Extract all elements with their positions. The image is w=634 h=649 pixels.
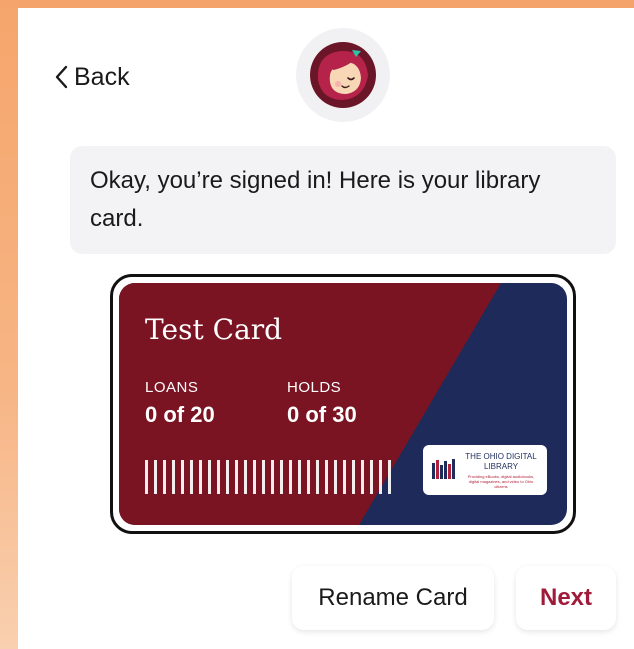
avatar <box>296 28 390 122</box>
signin-message-text: Okay, you’re signed in! Here is your lib… <box>90 167 541 232</box>
library-card-face: Test Card LOANS 0 of 20 HOLDS 0 of 30 TH… <box>119 283 567 525</box>
next-button[interactable]: Next <box>516 566 616 630</box>
library-logo-text: THE OHIO DIGITAL LIBRARY Providing eBook… <box>463 452 539 489</box>
library-logo: THE OHIO DIGITAL LIBRARY Providing eBook… <box>423 445 547 495</box>
loans-stat: LOANS 0 of 20 <box>145 379 215 428</box>
back-button[interactable]: Back <box>54 60 130 94</box>
loans-label: LOANS <box>145 379 199 396</box>
back-label: Back <box>74 62 130 91</box>
signin-message: Okay, you’re signed in! Here is your lib… <box>70 146 616 254</box>
loans-value: 0 of 20 <box>145 402 215 427</box>
barcode <box>145 460 401 494</box>
library-name: THE OHIO DIGITAL LIBRARY <box>465 451 537 471</box>
library-tagline: Providing eBooks, digital audiobooks, di… <box>467 473 535 489</box>
library-card[interactable]: Test Card LOANS 0 of 20 HOLDS 0 of 30 TH… <box>110 274 576 534</box>
window-top-border <box>0 0 634 8</box>
rename-card-button[interactable]: Rename Card <box>292 566 494 630</box>
holds-label: HOLDS <box>287 379 342 396</box>
chevron-left-icon <box>55 65 68 89</box>
card-name: Test Card <box>145 313 283 346</box>
libby-avatar-icon <box>310 42 376 108</box>
library-books-icon <box>432 459 455 479</box>
holds-value: 0 of 30 <box>287 402 357 427</box>
holds-stat: HOLDS 0 of 30 <box>287 379 357 428</box>
signin-confirmation-screen: Back Okay, you’re signed in! Here is you… <box>18 8 634 649</box>
window-left-border <box>0 0 18 649</box>
